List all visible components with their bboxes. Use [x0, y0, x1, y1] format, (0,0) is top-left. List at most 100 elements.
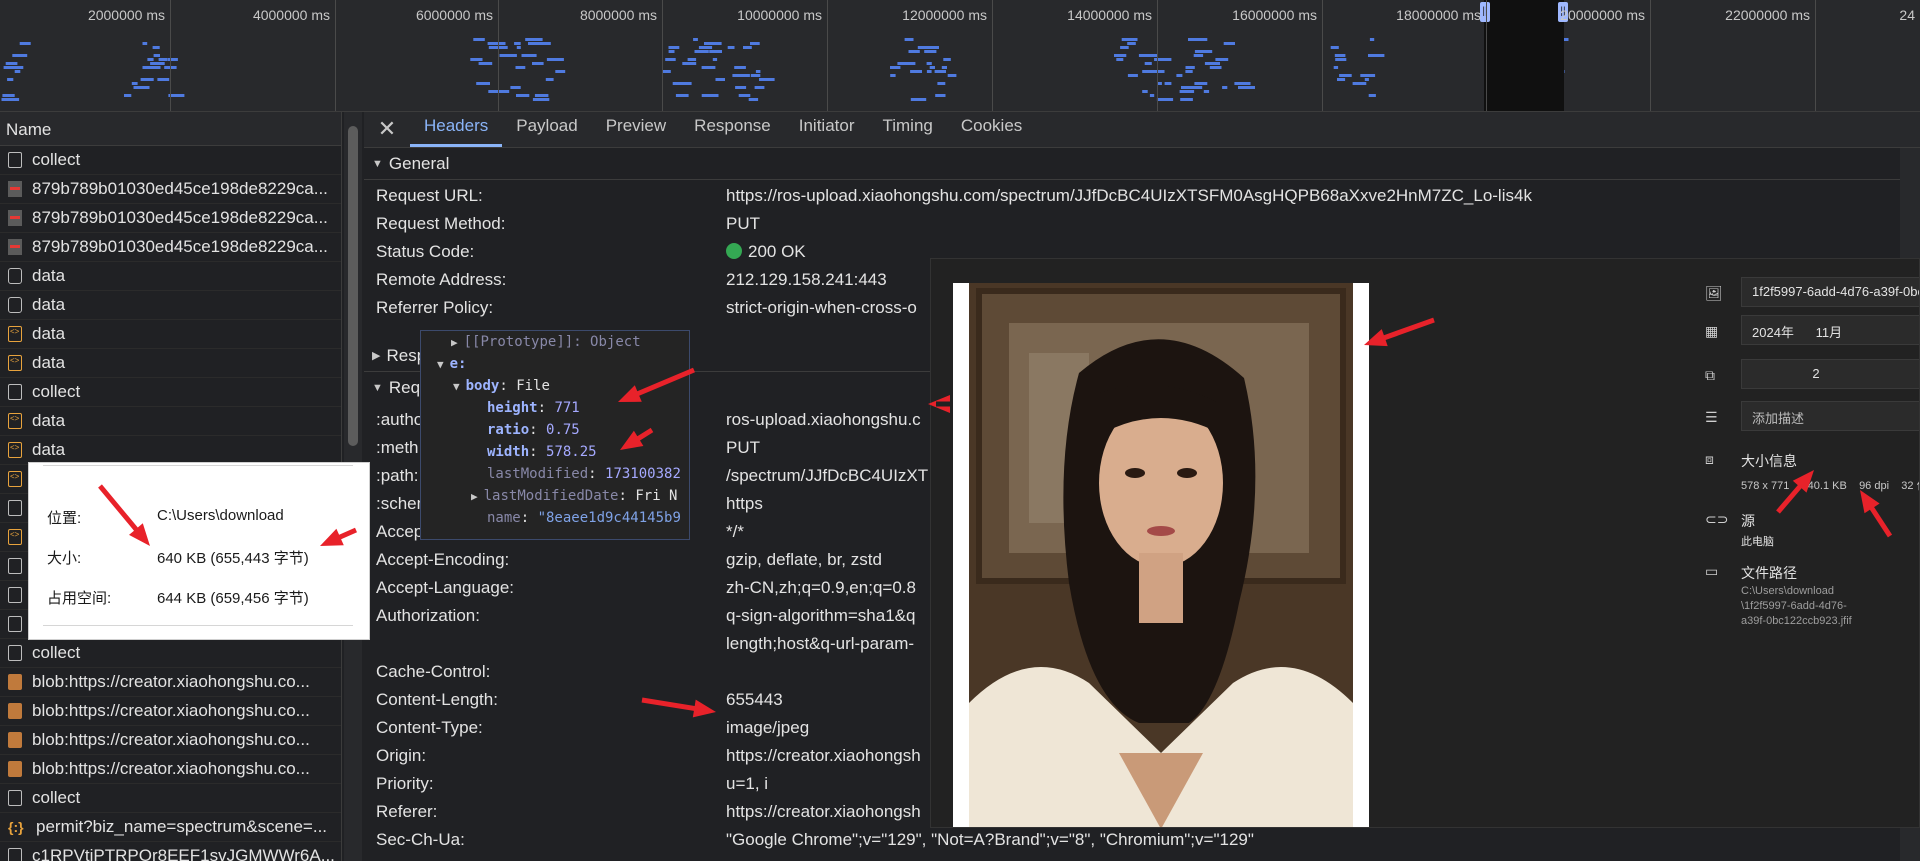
- object-line[interactable]: ▶ [[Prototype]]: Object: [421, 334, 689, 356]
- timeline-tick-label: 24: [1899, 7, 1915, 23]
- request-row[interactable]: data: [0, 349, 341, 378]
- fetch-icon: [8, 471, 22, 487]
- header-value[interactable]: gzip, deflate, br, zstd: [726, 550, 882, 570]
- header-value[interactable]: */*: [726, 522, 744, 542]
- file-path-line[interactable]: a39f-0bc122ccb923.jfif: [1741, 615, 1919, 627]
- rating-field[interactable]: 2: [1741, 359, 1919, 389]
- file-path-line[interactable]: C:\Users\download: [1741, 585, 1919, 597]
- request-row[interactable]: 879b789b01030ed45ce198de8229ca...: [0, 204, 341, 233]
- request-row[interactable]: blob:https://creator.xiaohongshu.co...: [0, 697, 341, 726]
- request-row[interactable]: data: [0, 320, 341, 349]
- request-row[interactable]: collect: [0, 639, 341, 668]
- general-section-header[interactable]: ▼ General: [364, 148, 1900, 180]
- timeline-left-handle[interactable]: ||: [1480, 2, 1490, 22]
- timeline-bar: [1333, 66, 1339, 69]
- timeline-bar: [1142, 90, 1148, 93]
- object-line[interactable]: ▶ lastModifiedDate: Fri N: [421, 488, 689, 510]
- header-value[interactable]: https://ros-upload.xiaohongshu.com/spect…: [726, 186, 1532, 206]
- timeline-bar: [476, 82, 490, 85]
- header-value[interactable]: https://creator.xiaohongsh: [726, 802, 921, 822]
- timeline-gridline: [1650, 0, 1651, 111]
- header-value[interactable]: "Google Chrome";v="129", "Not=A?Brand";v…: [726, 830, 1254, 850]
- timeline-bar: [124, 94, 132, 97]
- timeline-bar: [738, 94, 751, 97]
- request-row[interactable]: data: [0, 291, 341, 320]
- timeline-bar: [545, 78, 554, 81]
- timeline-tick-label: 10000000 ms: [737, 7, 822, 23]
- image-dpi: 96 dpi: [1859, 480, 1890, 492]
- request-row[interactable]: c1RPVtiPTRPOr8EEF1svJGMWWr6A...: [0, 842, 341, 861]
- timeline-bar: [1127, 42, 1136, 45]
- tab-headers[interactable]: Headers: [410, 113, 503, 147]
- source-value[interactable]: 此电脑: [1741, 533, 1919, 549]
- close-icon[interactable]: ✕: [374, 113, 400, 147]
- network-overview-timeline[interactable]: || || 2000000 ms 4000000 ms 6000000 ms 8000…: [0, 0, 1920, 112]
- timeline-bar: [1225, 42, 1235, 45]
- header-value[interactable]: q-sign-algorithm=sha1&q: [726, 606, 915, 626]
- request-row[interactable]: 879b789b01030ed45ce198de8229ca...: [0, 175, 341, 204]
- request-row[interactable]: {:} permit?biz_name=spectrum&scene=...: [0, 813, 341, 842]
- header-value[interactable]: https://creator.xiaohongsh: [726, 746, 921, 766]
- location-value: C:\Users\download: [157, 507, 284, 524]
- request-row[interactable]: data: [0, 262, 341, 291]
- header-key: Authorization:: [376, 606, 480, 625]
- description-input[interactable]: 添加描述: [1741, 401, 1919, 431]
- request-row[interactable]: collect: [0, 378, 341, 407]
- request-row[interactable]: blob:https://creator.xiaohongshu.co...: [0, 668, 341, 697]
- timeline-bar: [701, 94, 714, 97]
- object-line[interactable]: ▼ body: File: [421, 378, 689, 400]
- header-value[interactable]: https: [726, 494, 763, 514]
- portrait-photo[interactable]: [969, 283, 1353, 827]
- request-row[interactable]: 879b789b01030ed45ce198de8229ca...: [0, 233, 341, 262]
- timeline-bar: [732, 74, 750, 77]
- request-row[interactable]: blob:https://creator.xiaohongshu.co...: [0, 755, 341, 784]
- header-value[interactable]: ros-upload.xiaohongshu.c: [726, 410, 921, 430]
- object-key: lastModifiedDate: [483, 488, 619, 504]
- tab-response[interactable]: Response: [680, 113, 785, 147]
- tab-initiator[interactable]: Initiator: [785, 113, 869, 147]
- document-icon: [8, 384, 22, 400]
- filename-field[interactable]: 1f2f5997-6add-4d76-a39f-0bc: [1741, 277, 1919, 307]
- header-key: Content-Type:: [376, 718, 483, 737]
- timeline-bar: [743, 46, 752, 49]
- header-value[interactable]: 655443: [726, 690, 783, 710]
- request-row[interactable]: collect: [0, 784, 341, 813]
- tab-timing[interactable]: Timing: [868, 113, 946, 147]
- object-line: width: 578.25: [487, 444, 597, 460]
- file-path-line[interactable]: \1f2f5997-6add-4d76-: [1741, 600, 1919, 612]
- header-value[interactable]: length;host&q-url-param-: [726, 634, 914, 654]
- fetch-icon: [8, 442, 22, 458]
- header-value[interactable]: /spectrum/JJfDcBC4UIzXT: [726, 466, 928, 486]
- scrollbar-thumb[interactable]: [348, 126, 358, 446]
- timeline-bar: [934, 70, 946, 73]
- object-line[interactable]: ▼ e:: [421, 356, 689, 378]
- tab-preview[interactable]: Preview: [592, 113, 680, 147]
- document-icon: [8, 616, 22, 632]
- header-value[interactable]: PUT: [726, 214, 760, 234]
- timeline-bar: [1356, 82, 1361, 85]
- header-value[interactable]: 212.129.158.241:443: [726, 270, 887, 290]
- timeline-bar: [147, 58, 154, 61]
- size-value: 640 KB (655,443 字节): [157, 550, 309, 567]
- name-column-header[interactable]: Name: [0, 112, 341, 146]
- header-value[interactable]: zh-CN,zh;q=0.9,en;q=0.8: [726, 578, 916, 598]
- request-row[interactable]: collect: [0, 146, 341, 175]
- timeline-bar: [709, 50, 722, 53]
- request-row[interactable]: data: [0, 436, 341, 465]
- date-field[interactable]: 2024年 11月: [1741, 315, 1919, 345]
- timeline-bar: [158, 58, 168, 61]
- timeline-selection[interactable]: [1484, 0, 1564, 111]
- request-name: data: [32, 353, 66, 372]
- request-row[interactable]: blob:https://creator.xiaohongshu.co...: [0, 726, 341, 755]
- request-row[interactable]: data: [0, 407, 341, 436]
- header-value[interactable]: image/jpeg: [726, 718, 809, 738]
- timeline-bar: [516, 46, 521, 49]
- tab-cookies[interactable]: Cookies: [947, 113, 1036, 147]
- header-value[interactable]: u=1, i: [726, 774, 768, 794]
- tab-payload[interactable]: Payload: [502, 113, 591, 147]
- header-value[interactable]: PUT: [726, 438, 760, 458]
- timeline-tick-label: 18000000 ms: [1396, 7, 1481, 23]
- header-value[interactable]: 200 OK: [726, 242, 806, 262]
- timeline-bar: [727, 46, 735, 49]
- header-value[interactable]: strict-origin-when-cross-o: [726, 298, 917, 318]
